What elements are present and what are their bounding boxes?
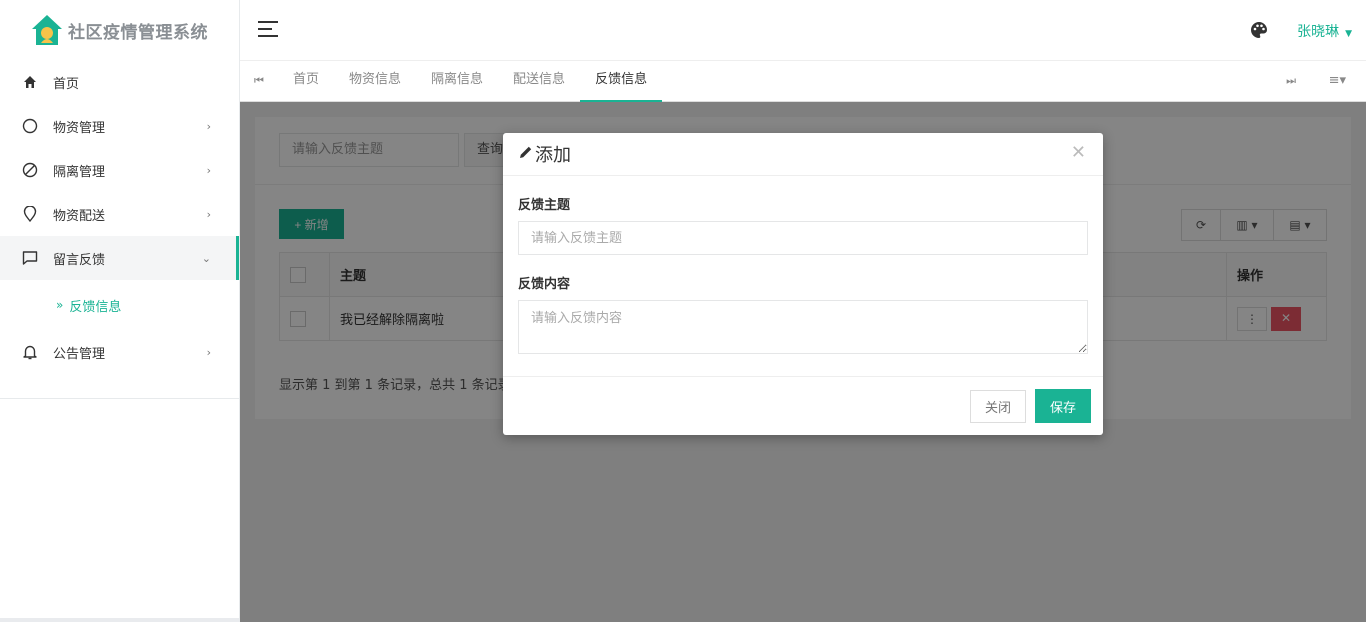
chevron-down-icon: ⌄ <box>201 251 211 265</box>
subject-input[interactable] <box>518 221 1088 255</box>
sidebar-item-home[interactable]: 首页 <box>0 60 239 104</box>
menu-toggle-icon[interactable] <box>258 21 278 37</box>
page-tabs-bar: ⏮ 首页 物资信息 隔离信息 配送信息 反馈信息 ⏭ ≡▾ <box>240 61 1366 102</box>
tab-scroll-right-icon[interactable]: ⏭ <box>1286 74 1296 88</box>
tab-supplies-info[interactable]: 物资信息 <box>334 61 416 102</box>
sidebar-divider <box>0 398 239 399</box>
modal-title: 添加 <box>519 141 571 167</box>
house-logo-icon <box>32 15 62 45</box>
top-navbar: 张晓琳 ▼ <box>240 0 1366 61</box>
sidebar-item-announcements[interactable]: 公告管理 › <box>0 330 239 374</box>
tab-delivery-info[interactable]: 配送信息 <box>498 61 580 102</box>
caret-down-icon: ▼ <box>1345 29 1352 39</box>
sidebar-item-label: 留言反馈 <box>53 252 106 268</box>
double-chevron-icon: » <box>56 298 64 312</box>
sidebar-subitem-label: 反馈信息 <box>69 299 122 315</box>
sidebar-nav: 首页 物资管理 › 隔离管理 › 物资配送 › 留言反馈 ⌄ » 反馈信息 公告… <box>0 60 239 374</box>
sidebar-item-label: 物资配送 <box>53 208 106 224</box>
chevron-right-icon: › <box>206 119 211 133</box>
ban-icon <box>22 162 38 178</box>
bell-icon <box>22 344 38 360</box>
palette-icon[interactable] <box>1250 21 1268 39</box>
tab-scroll-left-icon[interactable]: ⏮ <box>254 74 264 88</box>
sidebar-subitem-feedback-info[interactable]: » 反馈信息 <box>0 280 239 330</box>
close-button[interactable]: 关闭 <box>970 390 1026 423</box>
sidebar-item-label: 首页 <box>53 76 80 92</box>
subject-label: 反馈主题 <box>518 198 571 213</box>
modal-body: 反馈主题 反馈内容 <box>503 176 1103 358</box>
sidebar-item-delivery[interactable]: 物资配送 › <box>0 192 239 236</box>
tab-home[interactable]: 首页 <box>278 61 334 102</box>
sidebar-item-label: 公告管理 <box>53 346 106 362</box>
home-icon <box>22 74 38 90</box>
modal-footer: 关闭 保存 <box>503 376 1103 435</box>
content-textarea[interactable] <box>518 300 1088 354</box>
page-tabs: 首页 物资信息 隔离信息 配送信息 反馈信息 <box>278 61 663 102</box>
map-pin-icon <box>22 206 38 222</box>
sidebar-item-supplies[interactable]: 物资管理 › <box>0 104 239 148</box>
save-button[interactable]: 保存 <box>1035 389 1091 423</box>
sidebar: 社区疫情管理系统 首页 物资管理 › 隔离管理 › 物资配送 › 留言反馈 ⌄ … <box>0 0 240 622</box>
tab-feedback-info[interactable]: 反馈信息 <box>580 61 663 102</box>
sidebar-item-feedback[interactable]: 留言反馈 ⌄ <box>0 236 239 280</box>
chevron-right-icon: › <box>206 163 211 177</box>
sidebar-item-label: 物资管理 <box>53 120 106 136</box>
chevron-right-icon: › <box>206 207 211 221</box>
sidebar-item-label: 隔离管理 <box>53 164 106 180</box>
sidebar-item-isolation[interactable]: 隔离管理 › <box>0 148 239 192</box>
app-title: 社区疫情管理系统 <box>68 22 208 43</box>
user-menu[interactable]: 张晓琳 ▼ <box>1297 21 1352 41</box>
close-icon[interactable]: ✕ <box>1071 142 1086 163</box>
chevron-right-icon: › <box>206 345 211 359</box>
app-logo[interactable]: 社区疫情管理系统 <box>0 0 239 60</box>
tab-options-icon[interactable]: ≡▾ <box>1329 73 1346 88</box>
modal-title-text: 添加 <box>535 145 571 166</box>
add-feedback-modal: 添加 ✕ 反馈主题 反馈内容 关闭 保存 <box>503 133 1103 435</box>
user-name: 张晓琳 <box>1297 24 1340 40</box>
pencil-icon <box>519 145 533 163</box>
comment-icon <box>22 250 38 266</box>
tab-isolation-info[interactable]: 隔离信息 <box>416 61 498 102</box>
circle-icon <box>22 118 38 134</box>
content-label: 反馈内容 <box>518 277 571 292</box>
sidebar-scrollbar[interactable] <box>0 618 239 622</box>
modal-header: 添加 ✕ <box>503 133 1103 176</box>
